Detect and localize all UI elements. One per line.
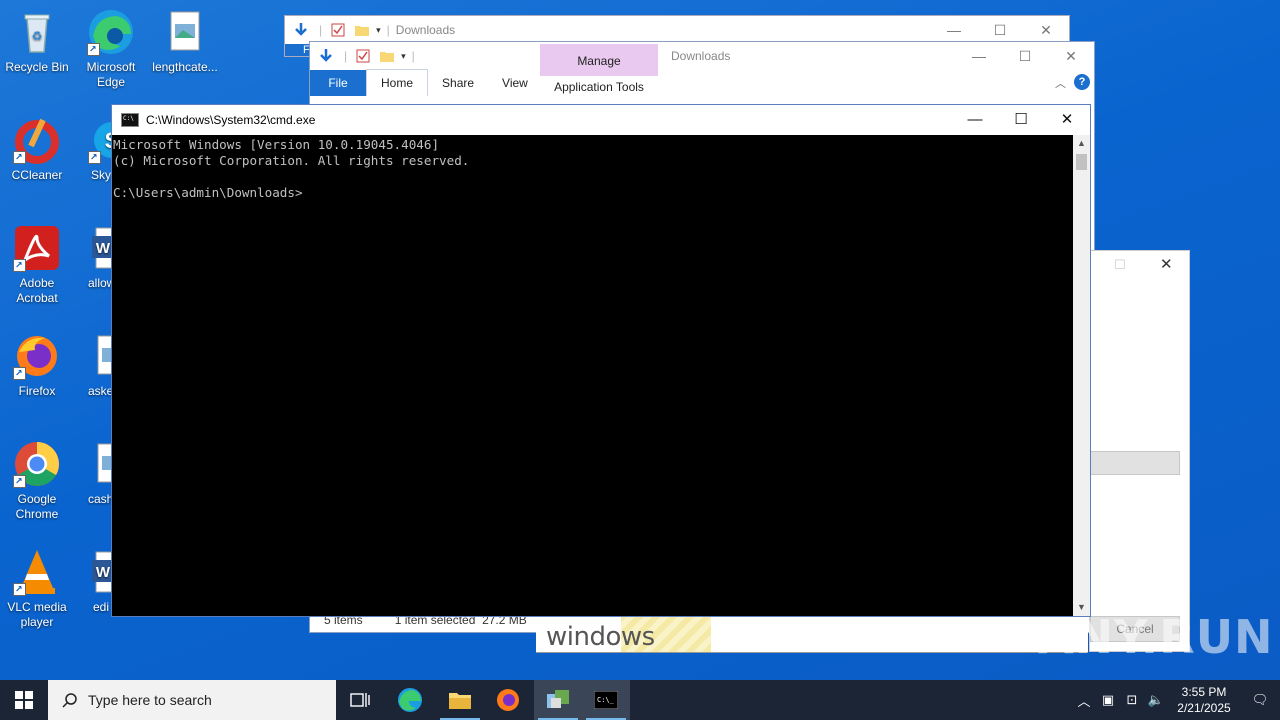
maximize-button: ☐ bbox=[1114, 257, 1126, 272]
folder-icon bbox=[449, 693, 471, 709]
clock[interactable]: 3:55 PM 2/21/2025 bbox=[1168, 684, 1240, 716]
console-line: Microsoft Windows [Version 10.0.19045.40… bbox=[113, 137, 440, 152]
window-title: Downloads bbox=[671, 49, 731, 63]
ccleaner-icon bbox=[13, 116, 61, 164]
desktop-icon-edge[interactable]: Microsoft Edge bbox=[74, 8, 148, 90]
anyrun-watermark: ANY.RUN bbox=[1038, 610, 1274, 664]
svg-text:C:\_: C:\_ bbox=[597, 696, 615, 704]
search-placeholder: Type here to search bbox=[88, 692, 212, 708]
search-icon bbox=[62, 693, 77, 708]
installer-icon bbox=[547, 690, 569, 708]
properties-icon bbox=[331, 23, 345, 37]
maximize-button[interactable]: ☐ bbox=[998, 105, 1044, 135]
desktop-icon-ccleaner[interactable]: CCleaner bbox=[0, 116, 74, 183]
desktop-icon-acrobat[interactable]: Adobe Acrobat bbox=[0, 224, 74, 306]
maximize-button[interactable]: ☐ bbox=[977, 16, 1023, 44]
close-button[interactable]: ✕ bbox=[1023, 16, 1069, 44]
taskbar: Type here to search C:\_ ︿ ▣ ⊡ 🔈 3:55 PM… bbox=[0, 680, 1280, 720]
desktop-icon-lengthcate[interactable]: lengthcate... bbox=[148, 8, 222, 75]
firefox-icon bbox=[13, 332, 61, 380]
system-tray: ︿ ▣ ⊡ 🔈 3:55 PM 2/21/2025 🗨 bbox=[1072, 680, 1280, 720]
maximize-button[interactable]: ☐ bbox=[1002, 42, 1048, 70]
edge-icon bbox=[398, 688, 422, 712]
download-arrow-icon bbox=[295, 23, 307, 36]
console-line: (c) Microsoft Corporation. All rights re… bbox=[113, 153, 470, 168]
console-icon: C:\_ bbox=[594, 691, 618, 709]
cmd-title-bar[interactable]: C:\Windows\System32\cmd.exe — ☐ ✕ bbox=[112, 105, 1090, 135]
taskbar-file-explorer[interactable] bbox=[436, 680, 484, 720]
console-icon bbox=[121, 113, 139, 127]
network-icon[interactable]: ⊡ bbox=[1120, 692, 1144, 708]
task-view-icon bbox=[350, 693, 370, 707]
window-title: Downloads bbox=[395, 23, 456, 37]
tab-share[interactable]: Share bbox=[428, 70, 488, 96]
tab-view[interactable]: View bbox=[488, 70, 542, 96]
ribbon-tabs: File Home Share View bbox=[310, 69, 1094, 96]
scroll-up-icon[interactable]: ▲ bbox=[1073, 135, 1090, 152]
installer-dialog[interactable]: ☐ ✕ Cancel bbox=[1089, 250, 1190, 652]
vlc-icon bbox=[13, 548, 61, 596]
cmd-window[interactable]: C:\Windows\System32\cmd.exe — ☐ ✕ Micros… bbox=[111, 104, 1091, 617]
volume-icon[interactable]: 🔈 bbox=[1144, 692, 1168, 708]
close-button[interactable]: ✕ bbox=[1044, 105, 1090, 135]
chrome-icon bbox=[13, 440, 61, 488]
desktop-icon-firefox[interactable]: Firefox bbox=[0, 332, 74, 399]
minimize-button[interactable]: — bbox=[931, 16, 977, 44]
cmd-title: C:\Windows\System32\cmd.exe bbox=[146, 113, 316, 127]
tab-file[interactable]: File bbox=[310, 70, 366, 96]
download-arrow-icon bbox=[320, 49, 332, 62]
close-button[interactable]: ✕ bbox=[1160, 255, 1173, 273]
task-view-button[interactable] bbox=[336, 680, 384, 720]
notifications-icon[interactable]: 🗨 bbox=[1240, 692, 1280, 708]
minimize-button[interactable]: — bbox=[952, 105, 998, 135]
svg-text:♻: ♻ bbox=[32, 29, 43, 43]
windows-logo-icon bbox=[15, 691, 33, 709]
console-prompt: C:\Users\admin\Downloads> bbox=[113, 185, 303, 200]
edge-icon bbox=[87, 8, 135, 56]
taskbar-firefox[interactable] bbox=[484, 680, 532, 720]
image-file-icon bbox=[161, 8, 209, 56]
desktop-icon-vlc[interactable]: VLC media player bbox=[0, 548, 74, 630]
help-icon[interactable]: ? bbox=[1074, 74, 1090, 90]
desktop-icon-askeda[interactable]: askeda bbox=[74, 332, 114, 399]
folder-icon bbox=[355, 26, 370, 36]
desktop-icon-chrome[interactable]: Google Chrome bbox=[0, 440, 74, 522]
clock-date: 2/21/2025 bbox=[1177, 701, 1231, 715]
collapse-ribbon-icon[interactable]: ︿ bbox=[1055, 75, 1066, 91]
customize-qat-chevron-icon[interactable]: ▾ bbox=[401, 51, 406, 62]
console-scrollbar[interactable]: ▲ ▼ bbox=[1073, 135, 1090, 616]
tab-home[interactable]: Home bbox=[366, 69, 429, 96]
clock-time: 3:55 PM bbox=[1181, 685, 1227, 699]
desktop-icon-cashan[interactable]: cashan bbox=[74, 440, 114, 507]
show-hidden-icons-chevron-icon[interactable]: ︿ bbox=[1072, 691, 1096, 710]
taskbar-installer[interactable] bbox=[534, 680, 582, 720]
taskbar-edge[interactable] bbox=[386, 680, 434, 720]
installer-banner: for windows bbox=[536, 614, 711, 652]
svg-text:W: W bbox=[96, 240, 111, 257]
meet-now-icon[interactable]: ▣ bbox=[1096, 692, 1120, 708]
start-button[interactable] bbox=[0, 680, 48, 720]
firefox-icon bbox=[497, 689, 519, 711]
console-output[interactable]: Microsoft Windows [Version 10.0.19045.40… bbox=[112, 135, 1073, 616]
new-folder-icon[interactable] bbox=[379, 48, 395, 64]
svg-text:W: W bbox=[96, 564, 111, 581]
desktop-icon-recycle-bin[interactable]: ♻ Recycle Bin bbox=[0, 8, 74, 75]
taskbar-cmd[interactable]: C:\_ bbox=[582, 680, 630, 720]
close-button[interactable]: ✕ bbox=[1048, 42, 1094, 70]
acrobat-icon bbox=[13, 224, 61, 272]
progress-bar bbox=[1090, 451, 1180, 475]
recycle-bin-icon: ♻ bbox=[13, 8, 61, 56]
properties-icon[interactable] bbox=[355, 48, 371, 64]
desktop-icon-edi[interactable]: W edi bbox=[74, 548, 114, 615]
desktop-icon-allown[interactable]: W allown bbox=[74, 224, 114, 291]
desktop-icon-skype[interactable]: S Sky bbox=[74, 116, 114, 183]
scroll-thumb[interactable] bbox=[1076, 154, 1087, 170]
banner-windows-text: windows bbox=[546, 622, 655, 652]
minimize-button[interactable]: — bbox=[956, 42, 1002, 70]
taskbar-search-box[interactable]: Type here to search bbox=[48, 680, 336, 720]
